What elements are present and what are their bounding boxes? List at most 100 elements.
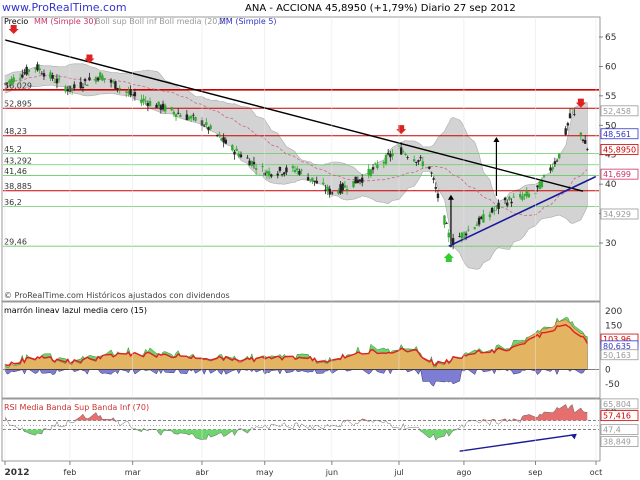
legend-item-mm5: MM (Simple 5): [219, 17, 277, 26]
candle-body: [564, 128, 567, 135]
level-label: 56,029: [4, 81, 32, 90]
candle-body: [207, 127, 210, 131]
candle-body: [430, 172, 433, 174]
candle-body: [428, 166, 431, 169]
candle-body: [133, 92, 137, 97]
candle-body: [300, 169, 303, 171]
x-tick-label: 2012: [4, 468, 29, 478]
candle-body: [480, 216, 483, 219]
candle-body: [503, 197, 507, 201]
candle-body: [521, 196, 524, 200]
candle-body: [248, 160, 251, 166]
candle-body: [94, 77, 98, 82]
price-legend-label: Precio: [4, 17, 28, 26]
candle-body: [246, 157, 249, 159]
candle-body: [101, 75, 104, 81]
candle-body: [215, 134, 219, 136]
candle-body: [270, 174, 273, 177]
candle-body: [233, 151, 236, 155]
candle-body: [306, 177, 310, 181]
candle-body: [467, 229, 470, 231]
candle-body: [81, 86, 85, 89]
candle-body: [163, 105, 167, 112]
candle-body: [157, 101, 160, 106]
candle-body: [527, 193, 531, 198]
candle-body: [369, 169, 373, 176]
price-tick-label: 40: [605, 180, 617, 190]
price-badge-label: 41,699: [603, 170, 631, 179]
candle-body: [21, 74, 24, 78]
candle-body: [129, 90, 132, 95]
candle-body: [525, 191, 528, 197]
macd-tick-label: 200: [605, 307, 622, 317]
candle-body: [79, 81, 82, 89]
candle-body: [235, 148, 238, 151]
candle-body: [328, 188, 331, 195]
level-label: 36,2: [4, 198, 22, 207]
candle-body: [443, 215, 446, 225]
candle-body: [64, 86, 67, 92]
candle-body: [376, 164, 379, 169]
candle-body: [417, 160, 420, 162]
candle-body: [237, 153, 241, 157]
candle-body: [51, 75, 54, 79]
candle-body: [49, 72, 52, 79]
candle-body: [73, 84, 76, 89]
level-label: 43,292: [4, 156, 32, 165]
site-label: www.ProRealTime.com: [2, 1, 127, 14]
candle-body: [402, 151, 405, 153]
candle-body: [386, 152, 390, 155]
candle-body: [187, 117, 191, 120]
level-label: 29,46: [4, 238, 27, 247]
candle-body: [267, 171, 271, 176]
candle-body: [27, 69, 31, 72]
candle-body: [12, 77, 15, 83]
candle-body: [447, 232, 450, 238]
x-tick-label: sep: [528, 468, 542, 477]
candle-body: [161, 103, 165, 110]
candle-body: [497, 202, 500, 209]
candle-body: [224, 139, 228, 144]
candle-body: [538, 181, 541, 190]
candle-body: [231, 145, 234, 151]
candle-body: [53, 81, 56, 83]
level-label: 45,2: [4, 145, 22, 154]
candle-body: [493, 210, 496, 212]
rsi-badge-label: 65,804: [603, 400, 631, 409]
candle-body: [127, 91, 130, 94]
candle-body: [261, 166, 264, 168]
candle-body: [285, 167, 288, 173]
macd-tick-label: 150: [605, 322, 622, 332]
candle-body: [144, 100, 147, 102]
candle-body: [412, 159, 416, 162]
candle-body: [83, 79, 87, 82]
candle-body: [218, 134, 221, 136]
macd-badge-label: 50,163: [603, 351, 631, 360]
candle-body: [18, 78, 22, 80]
candle-body: [99, 72, 102, 79]
rsi-badge-label: 38,849: [603, 438, 631, 447]
candle-body: [391, 153, 394, 156]
candle-body: [568, 113, 572, 119]
x-tick-label: jul: [393, 468, 404, 477]
candle-body: [315, 180, 318, 184]
candle-body: [339, 184, 342, 194]
candle-body: [174, 114, 178, 117]
candle-body: [583, 140, 587, 144]
candle-body: [436, 193, 440, 199]
candle-body: [280, 174, 284, 176]
x-tick-label: abr: [195, 468, 209, 477]
candle-body: [55, 78, 59, 84]
candle-body: [10, 78, 13, 85]
candle-body: [189, 116, 193, 119]
candle-body: [490, 207, 494, 213]
x-tick-label: ago: [457, 468, 472, 477]
candle-body: [566, 123, 570, 126]
macd-tick-label: 0: [605, 365, 611, 375]
candle-body: [155, 104, 158, 108]
rsi-badge-label: 47,4: [603, 426, 621, 435]
candle-body: [112, 81, 115, 83]
candle-body: [356, 179, 360, 183]
candle-body: [36, 64, 39, 71]
candle-body: [434, 187, 438, 189]
